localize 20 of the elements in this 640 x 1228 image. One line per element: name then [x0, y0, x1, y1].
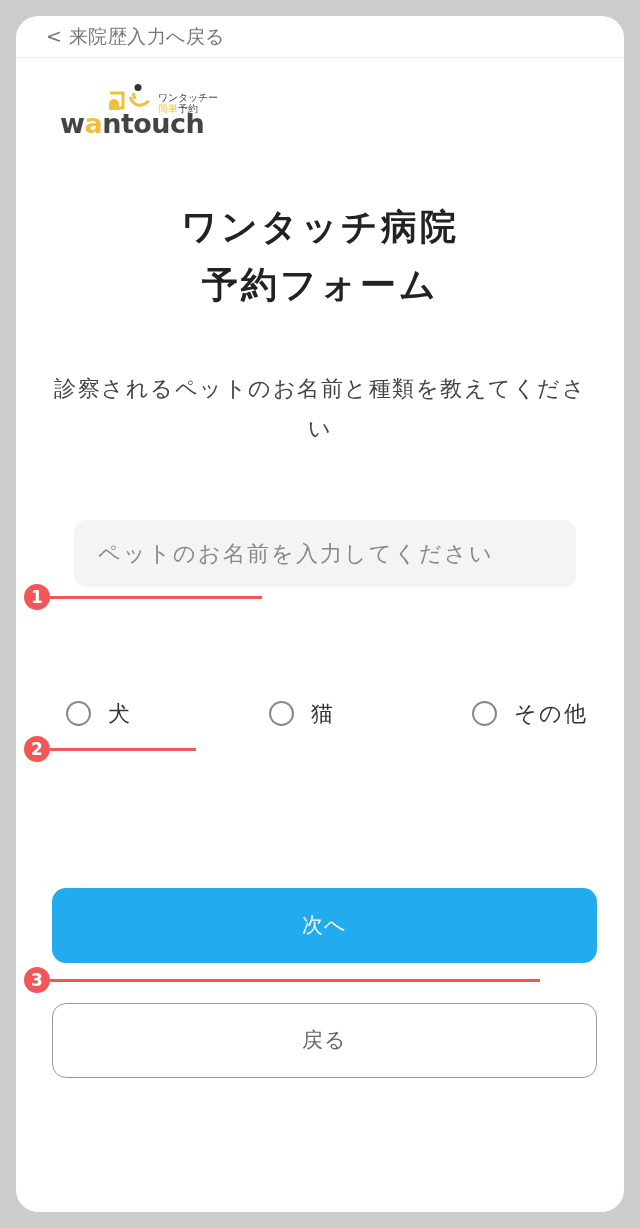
number-marker: 3	[24, 967, 50, 993]
radio-option[interactable]: 猫	[269, 696, 335, 730]
number-marker: 1	[24, 584, 50, 610]
instruction-text: 診察されるペットのお名前と種類を教えてください	[53, 375, 587, 443]
logo-wordmark-text: a	[84, 111, 103, 137]
radio-icon[interactable]	[269, 700, 294, 726]
logo-tagline-text: 簡単	[158, 103, 178, 114]
page-title: ワンタッチ病院 予約フォーム	[180, 205, 460, 307]
number-marker: 2	[24, 736, 50, 762]
radio-icon[interactable]	[472, 700, 497, 726]
radio-icon[interactable]	[66, 700, 91, 726]
pet-name-input[interactable]: ペットのお名前を入力してください	[74, 520, 576, 587]
logo-wordmark-text: w	[60, 111, 85, 137]
radio-option[interactable]: その他	[472, 696, 588, 730]
dog-logo-icon	[108, 84, 150, 111]
logo-tagline-text: 予約	[178, 103, 198, 114]
back-button[interactable]: 戻る	[52, 1003, 597, 1078]
radio-option[interactable]: 犬	[66, 696, 132, 730]
back-link[interactable]: < 来院歴入力へ戻る	[46, 22, 225, 51]
logo-tagline-text: ワンタッチー	[158, 92, 218, 103]
